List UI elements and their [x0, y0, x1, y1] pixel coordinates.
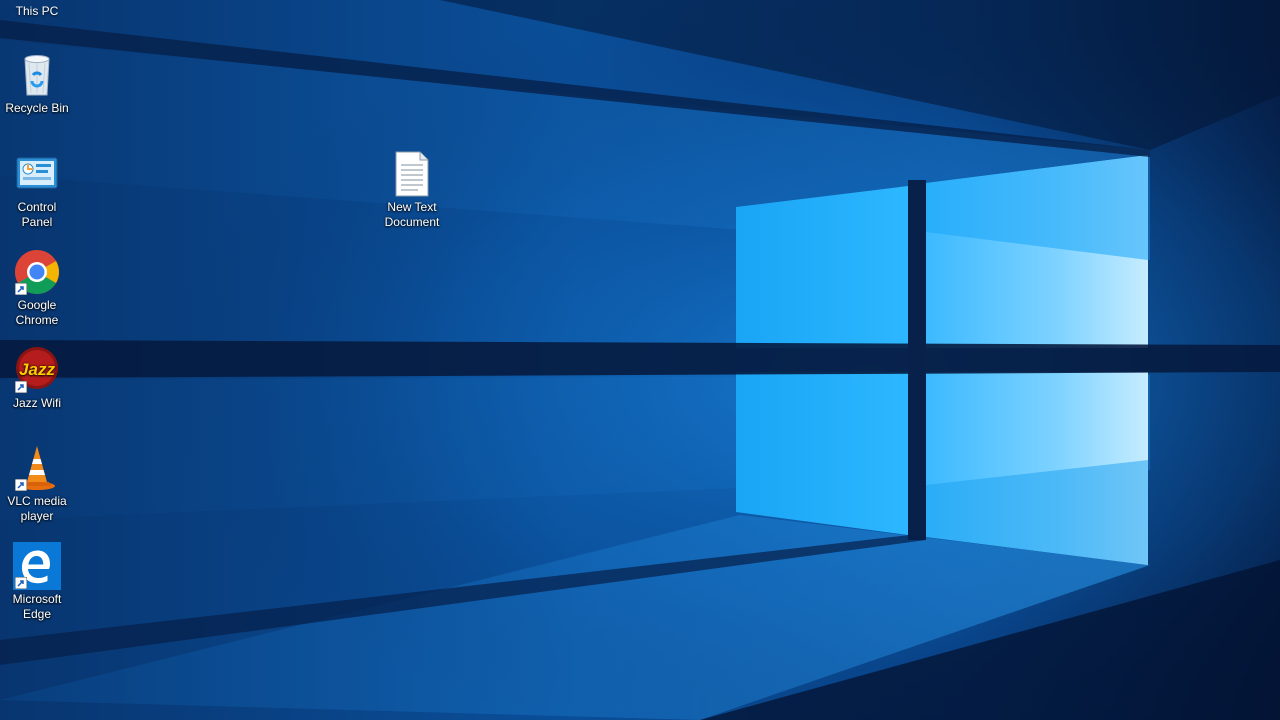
vlc-icon	[13, 444, 61, 492]
text-document-icon	[388, 150, 436, 198]
microsoft-edge-label: Microsoft Edge	[12, 592, 62, 621]
desktop-icon-control-panel[interactable]: Control Panel	[0, 150, 74, 230]
shortcut-arrow-icon	[15, 479, 27, 491]
control-panel-icon	[13, 150, 61, 198]
desktop-icon-google-chrome[interactable]: Google Chrome	[0, 248, 74, 328]
wallpaper	[0, 0, 1280, 720]
desktop-icon-recycle-bin[interactable]: Recycle Bin	[0, 51, 74, 116]
desktop-icon-microsoft-edge[interactable]: Microsoft Edge	[0, 542, 74, 622]
shortcut-arrow-icon	[15, 283, 27, 295]
desktop-icon-this-pc[interactable]: This PC	[0, 0, 74, 24]
google-chrome-label: Google Chrome	[15, 298, 59, 327]
jazz-wifi-label: Jazz Wifi	[13, 396, 61, 410]
shortcut-arrow-icon	[15, 577, 27, 589]
desktop-icon-new-text-document[interactable]: New Text Document	[375, 150, 449, 230]
desktop-icon-jazz-wifi[interactable]: Jazz Jazz Wifi	[0, 346, 74, 411]
vlc-label: VLC media player	[7, 494, 67, 523]
recycle-bin-label: Recycle Bin	[5, 101, 69, 115]
this-pc-label: This PC	[15, 4, 59, 18]
jazz-logo-text: Jazz	[19, 360, 55, 379]
jazz-wifi-icon: Jazz	[13, 346, 61, 394]
desktop[interactable]: This PC Recycle Bin Control Panel Google…	[0, 0, 1280, 720]
control-panel-label: Control Panel	[17, 200, 57, 229]
desktop-icon-vlc[interactable]: VLC media player	[0, 444, 74, 524]
recycle-bin-icon	[13, 51, 61, 99]
edge-icon	[13, 542, 61, 590]
shortcut-arrow-icon	[15, 381, 27, 393]
new-text-document-label: New Text Document	[384, 200, 440, 229]
chrome-icon	[13, 248, 61, 296]
